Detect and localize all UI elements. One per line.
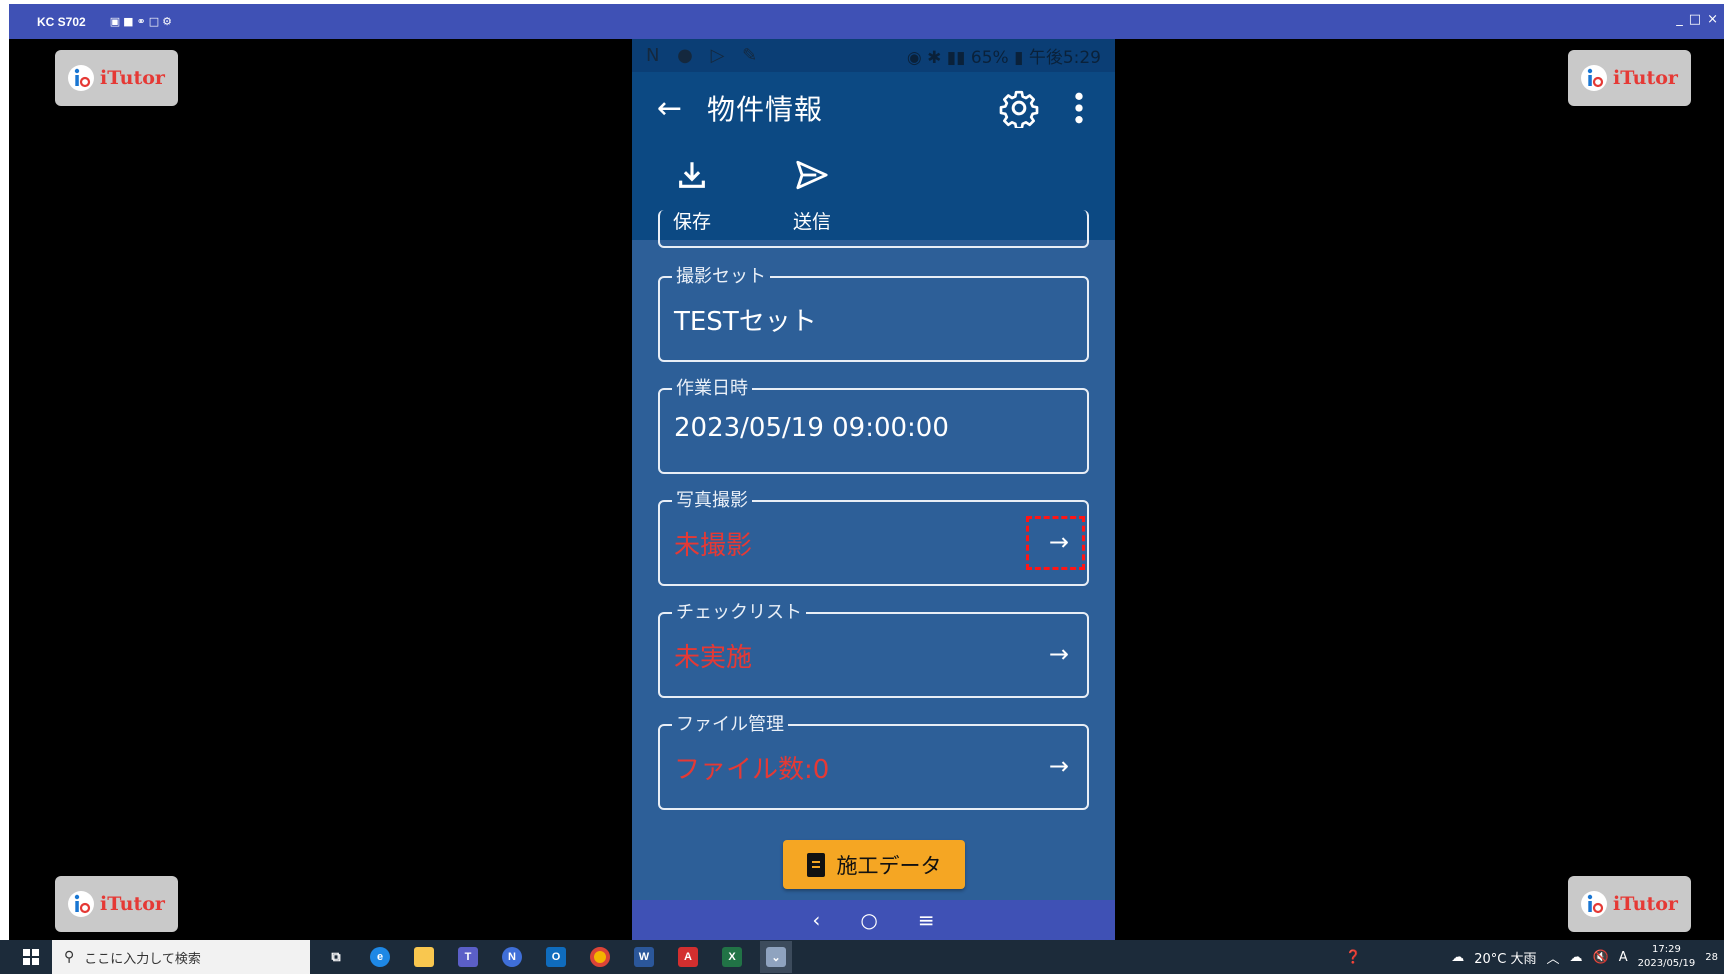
itutor-logo-text: iTutor — [100, 893, 165, 915]
field-status-value: ファイル数:0 — [674, 755, 830, 785]
maximize-icon[interactable]: □ — [1689, 12, 1707, 27]
excel-icon[interactable]: X — [716, 941, 748, 973]
field-checklist[interactable]: チェックリスト 未実施 → — [658, 598, 1089, 698]
search-icon: ⚲ — [64, 949, 75, 965]
page-title: 物件情報 — [707, 93, 824, 126]
nav-back-icon[interactable]: ‹ — [812, 908, 820, 932]
itutor-logo: iTutor — [55, 876, 178, 932]
field-legend: 作業日時 — [672, 374, 752, 400]
weather-text[interactable]: 20°C 大雨 — [1474, 948, 1536, 967]
mirror-tools[interactable]: ▣■⚭□⚙ — [110, 15, 175, 28]
weather-icon[interactable]: ☁ — [1451, 950, 1464, 965]
window-title: KC S702 — [37, 14, 86, 29]
field-value: 2023/05/19 09:00:00 — [674, 413, 949, 443]
itutor-logo-icon — [68, 891, 95, 917]
field-legend: チェックリスト — [672, 598, 806, 624]
construction-data-button[interactable]: 施工データ — [783, 840, 965, 889]
app-bar: ← 物件情報 — [632, 72, 1115, 144]
field-status-value: 未撮影 — [674, 531, 753, 561]
field-file-management[interactable]: ファイル管理 ファイル数:0 → — [658, 710, 1089, 810]
close-icon[interactable]: × — [1707, 12, 1724, 27]
nav-recents-icon[interactable]: ≡ — [918, 908, 935, 932]
word-icon[interactable]: W — [628, 941, 660, 973]
download-icon — [679, 162, 705, 188]
help-icon[interactable]: ❓ — [1345, 950, 1361, 965]
gear-icon[interactable]: ⚙ — [162, 15, 175, 28]
fullscreen-icon[interactable]: □ — [149, 15, 162, 28]
windows-start-icon[interactable] — [16, 942, 46, 972]
tray-chevron-icon[interactable]: ︿ — [1547, 948, 1560, 967]
android-nav-bar: ‹ ○ ≡ — [632, 900, 1115, 940]
taskbar-apps: ⧉ e T N O W A X ⌄ — [320, 941, 792, 973]
search-placeholder: ここに入力して検索 — [84, 951, 201, 967]
clock-date: 2023/05/19 — [1637, 958, 1696, 969]
itutor-logo-text: iTutor — [100, 67, 165, 89]
field-value: TESTセット — [674, 307, 817, 337]
settings-gear-icon[interactable] — [999, 88, 1039, 128]
field-legend: 撮影セット — [672, 262, 770, 288]
itutor-logo-icon — [1581, 65, 1608, 91]
ime-icon[interactable]: A — [1619, 950, 1628, 965]
video-icon[interactable]: ■ — [123, 15, 136, 28]
itutor-logo: iTutor — [1568, 50, 1691, 106]
screen: KC S702 ▣■⚭□⚙ _□× iTutor iTutor iTutor i… — [0, 0, 1724, 974]
itutor-logo: iTutor — [1568, 876, 1691, 932]
edge-icon[interactable]: e — [364, 941, 396, 973]
construction-data-label: 施工データ — [836, 853, 942, 878]
outlook-icon[interactable]: O — [540, 941, 572, 973]
status-left-icons: N ● ▷ ✎ — [646, 45, 764, 66]
document-icon — [806, 852, 825, 877]
itutor-logo-icon — [1581, 891, 1608, 917]
more-vert-icon[interactable] — [1057, 88, 1101, 128]
clock[interactable]: 17:29 2023/05/19 — [1638, 943, 1696, 971]
app-n-icon[interactable]: N — [496, 941, 528, 973]
phone-screen: N ● ▷ ✎ ◉ ✱ ▮▮ 65% ▮ 午後5:29 ← 物件情報 保存 送信… — [632, 39, 1115, 940]
arrow-right-icon[interactable]: → — [1049, 528, 1069, 556]
taskbar-search-box[interactable]: ⚲ ここに入力して検索 — [52, 940, 310, 974]
minimize-icon[interactable]: _ — [1676, 12, 1689, 27]
status-right-icons: ◉ ✱ ▮▮ 65% ▮ 午後5:29 — [906, 48, 1101, 68]
back-arrow-icon[interactable]: ← — [632, 91, 707, 126]
onedrive-icon[interactable]: ☁ — [1570, 950, 1583, 965]
field-photo-shooting[interactable]: 写真撮影 未撮影 → — [658, 486, 1089, 586]
field-status-value: 未実施 — [674, 643, 753, 673]
headset-icon[interactable]: ⚭ — [137, 15, 149, 28]
mirror-app-icon[interactable]: ⌄ — [760, 941, 792, 973]
android-status-bar: N ● ▷ ✎ ◉ ✱ ▮▮ 65% ▮ 午後5:29 — [632, 39, 1115, 72]
task-view-icon[interactable]: ⧉ — [320, 941, 352, 973]
acrobat-icon[interactable]: A — [672, 941, 704, 973]
arrow-right-icon[interactable]: → — [1049, 640, 1069, 668]
camera-icon[interactable]: ▣ — [110, 15, 123, 28]
field-legend: ファイル管理 — [672, 710, 788, 736]
send-icon — [796, 160, 828, 190]
form-content: 撮影セット TESTセット 作業日時 2023/05/19 09:00:00 写… — [632, 210, 1115, 900]
mirror-window-titlebar: KC S702 ▣■⚭□⚙ _□× — [9, 4, 1724, 39]
system-tray: ❓ ☁ 20°C 大雨 ︿ ☁ 🔇 A 17:29 2023/05/19 28 — [1345, 943, 1718, 971]
field-shooting-set[interactable]: 撮影セット TESTセット — [658, 262, 1089, 362]
field-work-datetime[interactable]: 作業日時 2023/05/19 09:00:00 — [658, 374, 1089, 474]
speaker-muted-icon[interactable]: 🔇 — [1593, 950, 1609, 965]
window-controls[interactable]: _□× — [1676, 12, 1724, 27]
arrow-right-icon[interactable]: → — [1049, 752, 1069, 780]
itutor-logo-icon — [68, 65, 95, 91]
itutor-logo: iTutor — [55, 50, 178, 106]
itutor-logo-text: iTutor — [1613, 67, 1678, 89]
nav-home-icon[interactable]: ○ — [860, 908, 877, 932]
itutor-logo-text: iTutor — [1613, 893, 1678, 915]
file-explorer-icon[interactable] — [408, 941, 440, 973]
chrome-icon[interactable] — [584, 941, 616, 973]
field-legend: 写真撮影 — [672, 486, 752, 512]
windows-taskbar: ⚲ ここに入力して検索 ⧉ e T N O W A X ⌄ ❓ ☁ 20°C 大… — [0, 940, 1724, 974]
notification-badge[interactable]: 28 — [1705, 952, 1718, 963]
clock-time: 17:29 — [1652, 944, 1681, 955]
partial-field — [658, 210, 1089, 248]
teams-icon[interactable]: T — [452, 941, 484, 973]
